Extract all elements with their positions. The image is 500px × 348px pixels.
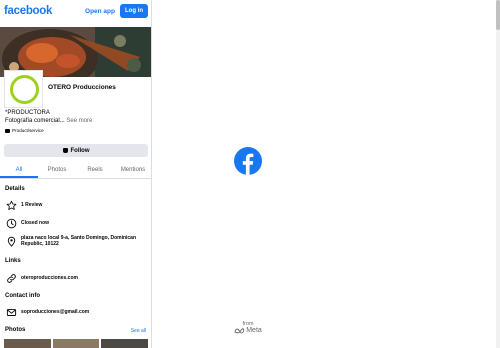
photos-strip <box>4 339 149 348</box>
tab-photos[interactable]: Photos <box>38 163 76 178</box>
page-name: OTERO Producciones <box>48 84 116 91</box>
website-row[interactable]: oteroproducciones.com <box>5 272 149 284</box>
website-link[interactable]: oteroproducciones.com <box>21 275 78 281</box>
tab-reels[interactable]: Reels <box>76 163 114 178</box>
avatar-logo-ring <box>10 75 39 104</box>
messenger-icon <box>62 148 68 153</box>
reviews-text: 1 Review <box>21 202 43 208</box>
details-heading: Details <box>5 186 25 192</box>
login-button[interactable]: Log in <box>120 4 148 18</box>
location-pin-icon <box>5 235 17 247</box>
photo-thumbnail[interactable] <box>4 339 51 348</box>
contact-heading: Contact info <box>5 293 40 299</box>
tab-all[interactable]: All <box>0 163 38 178</box>
bio-text: Fotografía comercial... <box>5 118 65 124</box>
top-bar: facebook Open app Log in <box>0 0 151 22</box>
meta-brand: Meta <box>226 327 270 334</box>
meta-label: Meta <box>246 327 262 334</box>
address-row[interactable]: plaza naco local 9-a, Santo Domingo, Dom… <box>5 235 149 247</box>
email-text[interactable]: soproducciones@gmail.com <box>21 309 89 315</box>
profile-tabs: All Photos Reels Mentions <box>0 163 151 179</box>
profile-avatar[interactable] <box>4 70 43 108</box>
see-all-photos-link[interactable]: See all <box>131 328 146 334</box>
mobile-page-column: facebook Open app Log in OTERO Produccio… <box>0 0 152 348</box>
address-text: plaza naco local 9-a, Santo Domingo, Dom… <box>21 235 137 247</box>
photo-thumbnail[interactable] <box>52 339 100 348</box>
reviews-row[interactable]: 1 Review <box>5 199 149 211</box>
page-type-label: Product/service <box>12 128 44 133</box>
hours-row: Closed now <box>5 217 149 229</box>
scrollbar-thumb[interactable] <box>496 0 500 30</box>
page-scrollbar[interactable] <box>496 0 500 348</box>
link-icon <box>5 272 17 284</box>
hours-text: Closed now <box>21 220 50 226</box>
follow-label: Follow <box>70 147 90 154</box>
email-row[interactable]: soproducciones@gmail.com <box>5 306 149 318</box>
briefcase-icon <box>5 128 10 133</box>
clock-icon <box>5 217 17 229</box>
follow-button[interactable]: Follow <box>4 144 148 157</box>
meta-logo-icon <box>234 327 245 333</box>
photo-thumbnail[interactable] <box>101 339 149 348</box>
open-app-link[interactable]: Open app <box>85 8 115 15</box>
page-category-line: *PRODUCTORA <box>5 110 50 116</box>
photos-heading: Photos <box>5 327 26 333</box>
facebook-logo-icon <box>234 147 262 175</box>
page-type: Product/service <box>5 128 44 133</box>
tab-mentions[interactable]: Mentions <box>114 163 151 178</box>
page-bio: Fotografía comercial... See more <box>5 118 92 124</box>
links-heading: Links <box>5 258 21 264</box>
star-icon <box>5 199 17 211</box>
see-more-link[interactable]: See more <box>66 118 92 124</box>
mail-icon <box>5 306 17 318</box>
from-meta-footer: from Meta <box>226 321 270 334</box>
facebook-wordmark[interactable]: facebook <box>4 5 85 17</box>
